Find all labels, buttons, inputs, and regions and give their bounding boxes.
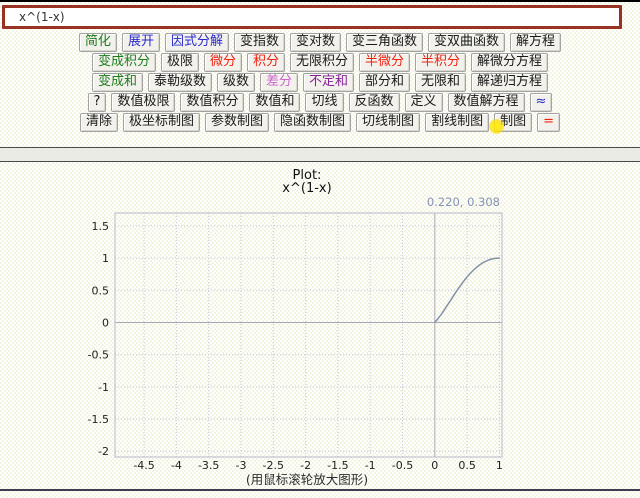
plot-frame	[115, 213, 502, 457]
y-tick-label: -1.5	[88, 413, 109, 426]
plot-caption: (用鼠标滚轮放大图形)	[0, 469, 614, 488]
y-tick-label: -0.5	[88, 349, 109, 362]
y-tick-label: -2	[98, 445, 109, 458]
plot-svg[interactable]: -4.5-4-3.5-3-2.5-2-1.5-1-0.500.511.510.5…	[0, 0, 640, 498]
y-tick-label: -1	[98, 381, 109, 394]
y-tick-label: 0.5	[92, 284, 110, 297]
y-tick-label: 0	[102, 316, 109, 329]
y-tick-label: 1.5	[92, 220, 110, 233]
y-tick-label: 1	[102, 252, 109, 265]
bottom-border	[0, 489, 640, 491]
